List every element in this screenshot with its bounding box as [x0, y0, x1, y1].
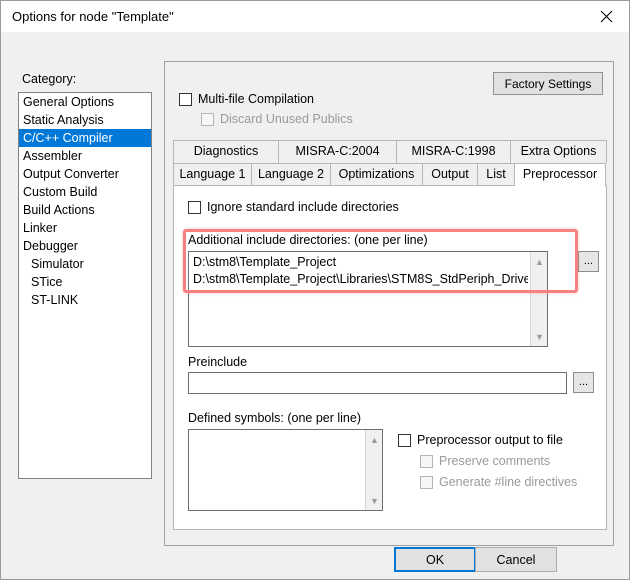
- tab-language-2[interactable]: Language 2: [251, 163, 331, 186]
- additional-include-textarea[interactable]: D:\stm8\Template_Project D:\stm8\Templat…: [188, 251, 548, 347]
- chevron-up-icon[interactable]: ▲: [531, 253, 547, 270]
- factory-settings-button[interactable]: Factory Settings: [493, 72, 603, 95]
- checkbox-label: Preserve comments: [439, 454, 551, 468]
- sidebar-item-debugger[interactable]: Debugger: [19, 237, 151, 255]
- sidebar-item-assembler[interactable]: Assembler: [19, 147, 151, 165]
- tab-misra-c-1998[interactable]: MISRA-C:1998: [396, 140, 511, 163]
- sidebar-item-custom-build[interactable]: Custom Build: [19, 183, 151, 201]
- tab-strip: Diagnostics MISRA-C:2004 MISRA-C:1998 Extra…: [173, 140, 607, 186]
- category-label: Category:: [22, 72, 77, 86]
- tab-list[interactable]: List: [477, 163, 515, 186]
- sidebar-item-output-converter[interactable]: Output Converter: [19, 165, 151, 183]
- checkbox-box: [179, 92, 192, 106]
- checkbox-label: Ignore standard include directories: [207, 200, 399, 214]
- tab-diagnostics[interactable]: Diagnostics: [173, 140, 279, 163]
- checkbox-label: Multi-file Compilation: [198, 92, 315, 106]
- sidebar-item-linker[interactable]: Linker: [19, 219, 151, 237]
- defined-symbols-textarea[interactable]: ▲ ▼: [188, 429, 383, 511]
- tab-extra-options[interactable]: Extra Options: [510, 140, 607, 163]
- generate-line-directives-checkbox: Generate #line directives: [420, 475, 577, 489]
- discard-unused-publics-checkbox: Discard Unused Publics: [201, 112, 353, 126]
- tab-output[interactable]: Output: [422, 163, 478, 186]
- ok-button[interactable]: OK: [394, 547, 476, 572]
- sidebar-item-st-link[interactable]: ST-LINK: [19, 291, 151, 309]
- checkbox-box: [188, 200, 201, 214]
- additional-include-scrollbar[interactable]: ▲ ▼: [530, 252, 547, 346]
- additional-include-label: Additional include directories: (one per…: [188, 233, 428, 247]
- chevron-down-icon[interactable]: ▼: [366, 492, 382, 509]
- title-bar: Options for node "Template": [1, 1, 629, 32]
- checkbox-label: Preprocessor output to file: [417, 433, 563, 447]
- window-title: Options for node "Template": [12, 9, 174, 24]
- preprocessor-output-to-file-checkbox[interactable]: Preprocessor output to file: [398, 433, 563, 447]
- checkbox-box: [420, 454, 433, 468]
- checkbox-box: [201, 112, 214, 126]
- sidebar-item-static-analysis[interactable]: Static Analysis: [19, 111, 151, 129]
- options-panel: Factory Settings Multi-file Compilation …: [164, 61, 614, 546]
- tab-language-1[interactable]: Language 1: [173, 163, 252, 186]
- preinclude-browse-button[interactable]: ...: [573, 372, 594, 393]
- chevron-down-icon[interactable]: ▼: [531, 328, 547, 345]
- preinclude-input[interactable]: [188, 372, 567, 394]
- options-dialog: Options for node "Template" Category: Ge…: [0, 0, 630, 580]
- tab-row-2: Language 1 Language 2 Optimizations Output L…: [173, 163, 607, 186]
- tab-preprocessor[interactable]: Preprocessor: [514, 163, 606, 186]
- checkbox-label: Discard Unused Publics: [220, 112, 353, 126]
- preprocessor-tab-page: Ignore standard include directories Addi…: [173, 185, 607, 530]
- sidebar-item-c-c-compiler[interactable]: C/C++ Compiler: [19, 129, 151, 147]
- tab-row-1: Diagnostics MISRA-C:2004 MISRA-C:1998 Extra…: [173, 140, 607, 163]
- checkbox-box: [398, 433, 411, 447]
- category-list[interactable]: General Options Static Analysis C/C++ Comp…: [18, 92, 152, 479]
- checkbox-box: [420, 475, 433, 489]
- additional-include-browse-button[interactable]: ...: [578, 251, 599, 272]
- ignore-standard-include-checkbox[interactable]: Ignore standard include directories: [188, 200, 399, 214]
- checkbox-label: Generate #line directives: [439, 475, 578, 489]
- tab-misra-c-2004[interactable]: MISRA-C:2004: [278, 140, 397, 163]
- dialog-body: Category: General Options Static Analysis…: [1, 32, 629, 579]
- sidebar-item-stice[interactable]: STice: [19, 273, 151, 291]
- additional-include-value: D:\stm8\Template_Project D:\stm8\Templat…: [193, 255, 528, 286]
- cancel-button[interactable]: Cancel: [475, 547, 557, 572]
- sidebar-item-simulator[interactable]: Simulator: [19, 255, 151, 273]
- defined-symbols-label: Defined symbols: (one per line): [188, 411, 361, 425]
- defined-symbols-scrollbar[interactable]: ▲ ▼: [365, 430, 382, 510]
- chevron-up-icon[interactable]: ▲: [366, 431, 382, 448]
- close-icon[interactable]: [583, 1, 629, 32]
- tab-optimizations[interactable]: Optimizations: [330, 163, 423, 186]
- preinclude-label: Preinclude: [188, 355, 248, 369]
- multi-file-compilation-checkbox[interactable]: Multi-file Compilation: [179, 92, 314, 106]
- sidebar-item-build-actions[interactable]: Build Actions: [19, 201, 151, 219]
- sidebar-item-general-options[interactable]: General Options: [19, 93, 151, 111]
- preserve-comments-checkbox: Preserve comments: [420, 454, 550, 468]
